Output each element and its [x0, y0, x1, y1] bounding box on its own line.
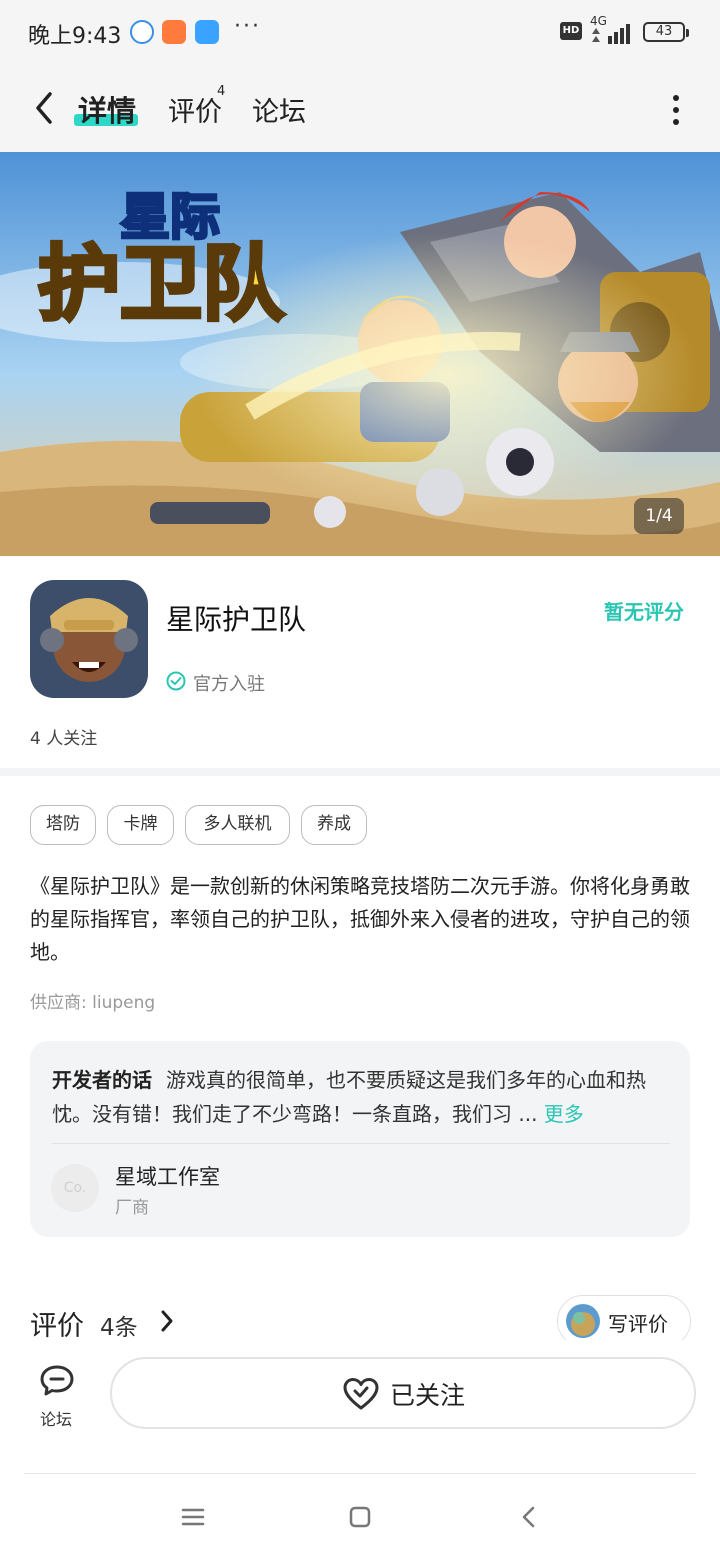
tag-tower-defense[interactable]: 塔防: [30, 805, 96, 845]
shopping-app-icon: [162, 20, 186, 44]
banner-logo-line2: 护卫队: [38, 237, 285, 332]
tab-details[interactable]: 详情: [78, 88, 136, 130]
follow-button[interactable]: 已关注: [110, 1357, 696, 1429]
hd-icon: HD: [560, 22, 582, 40]
screenshot-banner[interactable]: 星际 护卫队: [0, 152, 720, 556]
developer-card: 开发者的话 游戏真的很简单，也不要质疑这是我们多年的心血和热忱。没有错！我们走了不…: [30, 1041, 690, 1237]
reviews-count-badge: 4: [217, 84, 226, 99]
developer-message: 开发者的话 游戏真的很简单，也不要质疑这是我们多年的心血和热忱。没有错！我们走了不…: [52, 1063, 672, 1131]
system-nav-bar: [0, 1474, 720, 1560]
wallet-app-icon: [195, 20, 219, 44]
more-notifications-icon: ···: [234, 14, 261, 39]
tab-reviews[interactable]: 评价: [168, 90, 222, 129]
follower-count: 4 人关注: [30, 729, 98, 749]
forum-chat-icon[interactable]: [38, 1362, 76, 1400]
developer-name[interactable]: 星域工作室: [115, 1161, 220, 1191]
back-arrow-icon[interactable]: [28, 88, 60, 128]
verified-check-icon: [166, 671, 186, 691]
tag-card[interactable]: 卡牌: [107, 805, 174, 845]
developer-more-link[interactable]: 更多: [544, 1102, 584, 1126]
developer-divider: [52, 1143, 670, 1144]
developer-avatar[interactable]: Co.: [51, 1164, 99, 1212]
write-review-label: 写评价: [608, 1312, 668, 1336]
battery-icon: 43: [643, 22, 689, 42]
chevron-right-icon[interactable]: [158, 1308, 176, 1334]
home-icon[interactable]: [345, 1502, 375, 1532]
section-divider: [0, 768, 720, 776]
status-bar: 晚上9:43 ··· HD 4G 43: [0, 0, 720, 64]
supplier-info: 供应商: liupeng: [30, 993, 156, 1013]
forum-label[interactable]: 论坛: [40, 1406, 72, 1430]
developer-role: 厂商: [115, 1198, 149, 1218]
signal-icon: [592, 24, 630, 44]
reviews-count: 4条: [100, 1315, 138, 1341]
menu-icon[interactable]: [178, 1502, 208, 1532]
app-icon[interactable]: [30, 580, 148, 698]
rating-status: 暂无评分: [604, 600, 684, 624]
status-time: 晚上9:43: [28, 24, 122, 49]
app-name: 星际护卫队: [166, 603, 307, 636]
app-description: 《星际护卫队》是一款创新的休闲策略竞技塔防二次元手游。你将化身勇敢的星际指挥官，…: [30, 874, 690, 964]
follow-label: 已关注: [390, 1381, 466, 1410]
banner-page-counter: 1/4: [634, 498, 684, 534]
tag-nurture[interactable]: 养成: [301, 805, 367, 845]
banner-artwork: 星际 护卫队: [0, 152, 720, 556]
developer-label: 开发者的话: [52, 1068, 152, 1092]
bottom-action-bar: 论坛 已关注: [0, 1340, 720, 1474]
tag-multiplayer[interactable]: 多人联机: [185, 805, 290, 845]
reviews-section-title[interactable]: 评价: [30, 1304, 84, 1343]
system-back-icon[interactable]: [514, 1502, 544, 1532]
heart-check-icon: [343, 1378, 379, 1410]
more-vertical-icon[interactable]: [664, 92, 688, 128]
verified-label: 官方入驻: [193, 674, 265, 695]
voice-input-app-icon: [130, 20, 154, 44]
tab-forum[interactable]: 论坛: [252, 90, 306, 129]
user-avatar: [566, 1304, 600, 1338]
